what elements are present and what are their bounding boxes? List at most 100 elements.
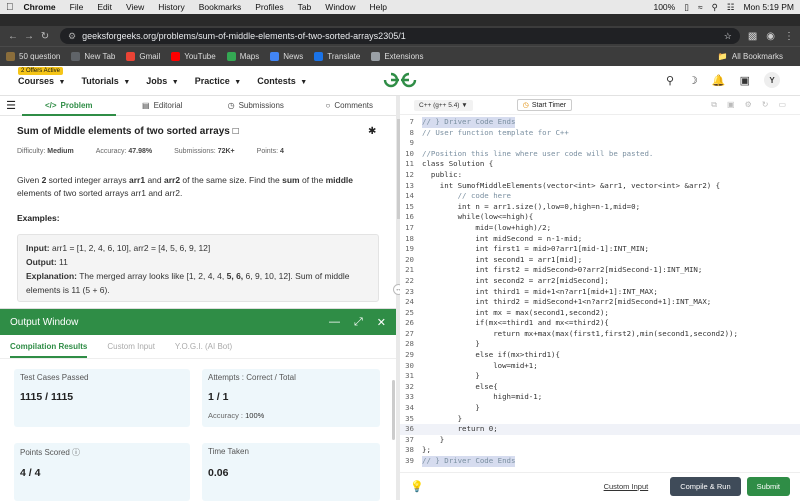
code-area[interactable]: 7 // } Driver Code Ends 8 // User function … (400, 117, 800, 467)
site-info-icon[interactable]: ⚙ (68, 31, 76, 42)
start-timer-button[interactable]: ◷ Start Timer (516, 99, 573, 111)
code-line[interactable]: 32 else{ (400, 382, 800, 393)
menu-bookmarks[interactable]: Bookmarks (199, 2, 242, 12)
code-line[interactable]: 25 int mx = max(second1,second2); (400, 308, 800, 319)
more-menu-icon[interactable]: ⋮ (784, 31, 794, 42)
bookmark-item[interactable]: Maps (226, 52, 259, 61)
code-line[interactable]: 31 } (400, 371, 800, 382)
copy-icon[interactable]: ⧉ (711, 100, 717, 110)
code-line[interactable]: 7 // } Driver Code Ends (400, 117, 800, 128)
nav-jobs[interactable]: Jobs ▼ (146, 76, 178, 86)
reload-icon[interactable]: ↻ (38, 31, 52, 42)
expand-icon[interactable]: ▭ (778, 100, 786, 110)
gfg-logo[interactable] (382, 70, 418, 90)
forward-icon[interactable]: → (22, 31, 36, 42)
expand-icon[interactable]: ⤢ (354, 316, 363, 329)
clock[interactable]: Mon 5:19 PM (743, 2, 794, 12)
lightbulb-icon[interactable]: 💡 (410, 480, 424, 493)
tab-comments[interactable]: ○ Comments (303, 96, 397, 116)
info-icon[interactable]: ⓘ (72, 448, 80, 457)
code-line[interactable]: 26 if(mx<=third1 and mx<=third2){ (400, 318, 800, 329)
extensions-icon[interactable]: ▩ (748, 31, 757, 42)
reset-icon[interactable]: ↻ (762, 100, 769, 110)
code-line[interactable]: 10 //Position this line where user code w… (400, 149, 800, 160)
code-line[interactable]: 39 // } Driver Code Ends (400, 456, 800, 467)
menu-edit[interactable]: Edit (97, 2, 112, 12)
nav-contests[interactable]: Contests ▼ (257, 76, 307, 86)
bookmark-item[interactable]: Extensions (371, 52, 423, 61)
language-select[interactable]: C++ (g++ 5.4) ▼ (414, 99, 473, 111)
bookmark-item[interactable]: YouTube (171, 52, 216, 61)
tab-custom-input[interactable]: Custom Input (107, 342, 155, 351)
minimize-icon[interactable]: — (329, 316, 340, 329)
code-line[interactable]: 14 // code here (400, 191, 800, 202)
cart-icon[interactable]: ▣ (740, 74, 750, 87)
menu-app[interactable]: Chrome (24, 2, 56, 12)
menu-profiles[interactable]: Profiles (255, 2, 283, 12)
bookmark-item[interactable]: Translate (314, 52, 360, 61)
code-line[interactable]: 9 (400, 138, 800, 149)
custom-input-link[interactable]: Custom Input (604, 482, 649, 491)
tab-compilation-results[interactable]: Compilation Results (10, 336, 88, 358)
code-line[interactable]: 12 public: (400, 170, 800, 181)
profile-icon[interactable]: ◉ (766, 31, 775, 42)
menu-file[interactable]: File (70, 2, 84, 12)
bookmark-item[interactable]: News (270, 52, 303, 61)
menu-window[interactable]: Window (325, 2, 355, 12)
control-center-icon[interactable]: ☷ (727, 2, 735, 13)
settings-icon[interactable]: ⚙ (745, 100, 752, 110)
code-line[interactable]: 8 // User function template for C++ (400, 128, 800, 139)
nav-tutorials[interactable]: Tutorials ▼ (81, 76, 130, 86)
code-line[interactable]: 20 int second1 = arr1[mid]; (400, 255, 800, 266)
menu-history[interactable]: History (158, 2, 184, 12)
code-line[interactable]: 37 } (400, 435, 800, 446)
code-line[interactable]: 16 while(low<=high){ (400, 212, 800, 223)
search-icon[interactable]: ⚲ (666, 74, 674, 87)
code-line[interactable]: 18 int midSecond = n-1-mid; (400, 234, 800, 245)
bookmark-item[interactable]: 50 question (6, 52, 60, 61)
nav-practice[interactable]: Practice ▼ (195, 76, 241, 86)
code-line[interactable]: 27 return mx+max(max(first1,first2),min(… (400, 329, 800, 340)
menu-view[interactable]: View (126, 2, 144, 12)
fullscreen-icon[interactable]: ▣ (727, 100, 735, 110)
bookmark-icon[interactable]: □ (233, 126, 239, 137)
code-line[interactable]: 21 int first2 = midSecond>0?arr2[midSeco… (400, 265, 800, 276)
bookmark-star-icon[interactable]: ☆ (724, 31, 732, 42)
avatar[interactable]: Y (764, 72, 780, 88)
wifi-icon[interactable]: ≈ (698, 2, 703, 12)
code-line[interactable]: 30 low=mid+1; (400, 361, 800, 372)
hamburger-menu-icon[interactable]: ☰ (0, 99, 22, 112)
dark-mode-icon[interactable]: ☽ (688, 74, 698, 87)
nav-courses[interactable]: 2 Offers Active Courses ▼ (18, 66, 65, 86)
editor-scrollbar[interactable] (397, 119, 400, 219)
code-line[interactable]: 28 } (400, 339, 800, 350)
code-line[interactable]: 11 class Solution { (400, 159, 800, 170)
notification-bell-icon[interactable]: 🔔 (712, 74, 726, 87)
code-line[interactable]: 22 int second2 = arr2[midSecond]; (400, 276, 800, 287)
code-line[interactable]: 38}; (400, 445, 800, 456)
bookmark-item[interactable]: Gmail (126, 52, 160, 61)
code-line[interactable]: 33 high=mid-1; (400, 392, 800, 403)
code-line[interactable]: 13 int SumofMiddleElements(vector<int> &… (400, 181, 800, 192)
code-line[interactable]: 23 int third1 = mid+1<n?arr1[mid+1]:INT_… (400, 287, 800, 298)
code-line[interactable]: 36 return 0; (400, 424, 800, 435)
close-icon[interactable]: ✕ (377, 316, 386, 329)
menu-help[interactable]: Help (370, 2, 387, 12)
code-line[interactable]: 34 } (400, 403, 800, 414)
submit-button[interactable]: Submit (746, 477, 790, 496)
compile-run-button[interactable]: Compile & Run (670, 477, 741, 496)
tab-problem[interactable]: </> Problem (22, 96, 116, 116)
report-bug-icon[interactable]: ✱ (368, 126, 376, 137)
back-icon[interactable]: ← (6, 31, 20, 42)
code-line[interactable]: 35 } (400, 414, 800, 425)
all-bookmarks[interactable]: 📁 All Bookmarks (718, 52, 783, 61)
tab-submissions[interactable]: ◷ Submissions (209, 96, 303, 116)
code-line[interactable]: 17 mid=(low+high)/2; (400, 223, 800, 234)
output-scrollbar[interactable] (392, 380, 395, 440)
code-line[interactable]: 24 int third2 = midSecond+1<n?arr2[midSe… (400, 297, 800, 308)
code-line[interactable]: 15 int n = arr1.size(),low=0,high=n-1,mi… (400, 202, 800, 213)
apple-icon[interactable]:  (6, 2, 14, 13)
tab-yogi-ai-bot[interactable]: Y.O.G.I. (AI Bot) (175, 342, 232, 351)
address-bar[interactable]: ⚙ geeksforgeeks.org/problems/sum-of-midd… (60, 28, 740, 44)
code-line[interactable]: 19 int first1 = mid>0?arr1[mid-1]:INT_MI… (400, 244, 800, 255)
